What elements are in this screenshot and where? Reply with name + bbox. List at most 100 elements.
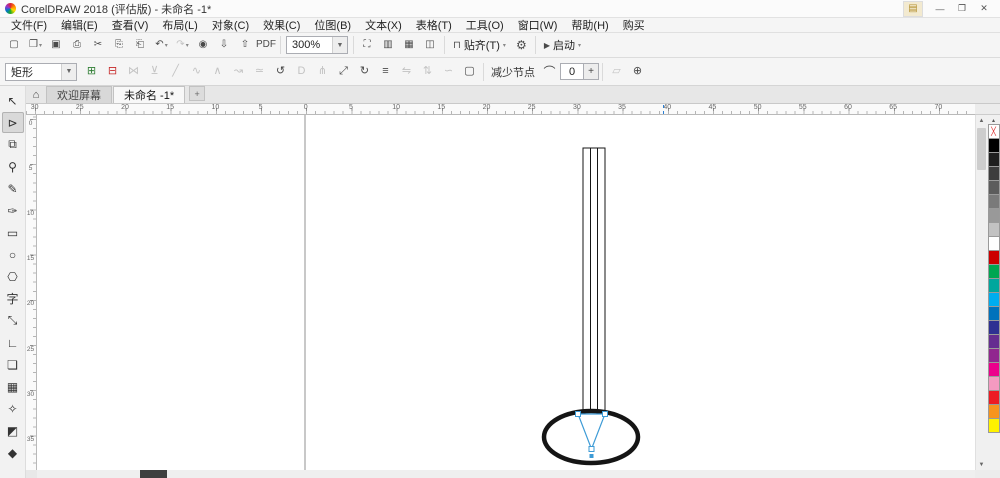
color-swatch[interactable] xyxy=(987,348,1000,363)
drawing-canvas[interactable] xyxy=(37,115,975,470)
align-nodes-button[interactable]: ≡ xyxy=(375,62,396,82)
join-nodes-button[interactable]: ⋈ xyxy=(123,62,144,82)
delete-nodes-button[interactable]: ⊟ xyxy=(102,62,123,82)
save-button[interactable]: ▣ xyxy=(46,35,67,55)
horizontal-ruler[interactable]: 3025201510505101520253035404550556065707… xyxy=(26,104,975,115)
color-swatch[interactable] xyxy=(987,166,1000,181)
interactive-fill-tool[interactable]: ◩ xyxy=(2,420,24,441)
menu-item[interactable]: 查看(V) xyxy=(105,17,156,33)
convert-to-curve-button[interactable]: ∿ xyxy=(186,62,207,82)
reflect-vertical-button[interactable]: ⇅ xyxy=(417,62,438,82)
chevron-down-icon[interactable]: ▼ xyxy=(61,63,76,80)
color-swatch[interactable] xyxy=(987,418,1000,433)
scroll-down-icon[interactable]: ▼ xyxy=(976,459,987,470)
maximize-button[interactable]: ❐ xyxy=(951,1,973,17)
artistic-media-tool[interactable]: ✑ xyxy=(2,200,24,221)
home-icon[interactable]: ⌂ xyxy=(26,86,46,103)
curve-node[interactable] xyxy=(575,411,581,417)
new-document-button[interactable]: ▢ xyxy=(4,35,25,55)
color-swatch[interactable] xyxy=(987,124,1000,139)
curve-node[interactable] xyxy=(588,446,595,452)
undo-button[interactable]: ↶ ▾ xyxy=(151,35,172,55)
horizontal-scroll-thumb[interactable] xyxy=(140,470,167,478)
color-swatch[interactable] xyxy=(987,334,1000,349)
node-properties-button[interactable]: ▱ xyxy=(606,62,627,82)
color-swatch[interactable] xyxy=(987,264,1000,279)
redo-button[interactable]: ↷ ▾ xyxy=(172,35,193,55)
menu-item[interactable]: 效果(C) xyxy=(256,17,307,33)
connector-tool[interactable]: ∟ xyxy=(2,332,24,353)
color-swatch[interactable] xyxy=(987,152,1000,167)
color-swatch[interactable] xyxy=(987,292,1000,307)
menu-item[interactable]: 购买 xyxy=(616,17,652,33)
paste-button[interactable]: ⎗ xyxy=(130,35,151,55)
horizontal-scrollbar[interactable] xyxy=(37,470,975,478)
smart-fill-tool[interactable]: ◆ xyxy=(2,442,24,463)
color-swatch[interactable] xyxy=(987,138,1000,153)
smoothness-increase-button[interactable]: + xyxy=(584,63,599,80)
close-curve-button[interactable]: D xyxy=(291,62,312,82)
extract-subpath-button[interactable]: ⋔ xyxy=(312,62,333,82)
selected-curve-node[interactable] xyxy=(589,454,594,458)
menu-item[interactable]: 工具(O) xyxy=(459,17,511,33)
copy-button[interactable]: ⎘ xyxy=(109,35,130,55)
freehand-tool[interactable]: ✎ xyxy=(2,178,24,199)
ellipse-tool[interactable]: ○ xyxy=(2,244,24,265)
crop-tool[interactable]: ⧉ xyxy=(2,134,24,155)
color-swatch[interactable] xyxy=(987,236,1000,251)
menu-item[interactable]: 文本(X) xyxy=(358,17,409,33)
export-button[interactable]: ⇧ xyxy=(235,35,256,55)
print-button[interactable]: ⎙ xyxy=(67,35,88,55)
reflect-horizontal-button[interactable]: ⇋ xyxy=(396,62,417,82)
color-swatch[interactable] xyxy=(987,306,1000,321)
color-swatch[interactable] xyxy=(987,278,1000,293)
color-swatch[interactable] xyxy=(987,320,1000,335)
menu-item[interactable]: 对象(C) xyxy=(205,17,256,33)
menu-item[interactable]: 帮助(H) xyxy=(564,17,615,33)
color-swatch[interactable] xyxy=(987,222,1000,237)
text-tool[interactable]: 字 xyxy=(2,288,24,309)
color-swatch[interactable] xyxy=(987,376,1000,391)
drop-shadow-tool[interactable]: ❏ xyxy=(2,354,24,375)
menu-item[interactable]: 编辑(E) xyxy=(54,17,105,33)
curve-node[interactable] xyxy=(602,411,608,417)
close-button[interactable]: ✕ xyxy=(973,1,995,17)
pencil-body-shape[interactable] xyxy=(582,147,606,412)
show-grid-button[interactable]: ▦ xyxy=(399,35,420,55)
color-swatch[interactable] xyxy=(987,194,1000,209)
pdf-button[interactable]: PDF xyxy=(256,35,277,55)
snap-to-button[interactable]: ⊓ 贴齐(T) ▾ xyxy=(448,35,511,55)
show-rulers-button[interactable]: ▥ xyxy=(378,35,399,55)
application-launcher-button[interactable]: ▶ 启动 ▾ xyxy=(539,35,586,55)
convert-to-line-button[interactable]: ╱ xyxy=(165,62,186,82)
shape-tool[interactable]: ⊳ xyxy=(1,112,24,133)
select-all-nodes-button[interactable]: ▢ xyxy=(459,62,480,82)
options-button[interactable]: ⚙ xyxy=(511,35,532,55)
rectangle-tool[interactable]: ▭ xyxy=(2,222,24,243)
zoom-tool[interactable]: ⚲ xyxy=(2,156,24,177)
curve-smoothness-input[interactable]: 0 xyxy=(560,63,584,80)
color-swatch[interactable] xyxy=(987,390,1000,405)
rotate-skew-nodes-button[interactable]: ↻ xyxy=(354,62,375,82)
zoom-level-combobox[interactable]: 300% ▼ xyxy=(286,36,348,54)
document-tab[interactable]: 未命名 -1* xyxy=(113,86,186,103)
search-content-button[interactable]: ◉ xyxy=(193,35,214,55)
break-nodes-button[interactable]: ⊻ xyxy=(144,62,165,82)
color-swatch[interactable] xyxy=(987,208,1000,223)
menu-item[interactable]: 布局(L) xyxy=(155,17,204,33)
color-swatch[interactable] xyxy=(987,180,1000,195)
document-tab[interactable]: 欢迎屏幕 xyxy=(46,86,112,103)
add-preset-button[interactable]: ⊕ xyxy=(627,62,648,82)
transparency-tool[interactable]: ▦ xyxy=(2,376,24,397)
scroll-up-icon[interactable]: ▲ xyxy=(976,115,987,126)
parallel-dimension-tool[interactable]: ⤡ xyxy=(2,310,24,331)
cut-button[interactable]: ✂ xyxy=(88,35,109,55)
open-button[interactable]: ❐ ▾ xyxy=(25,35,46,55)
color-eyedropper-tool[interactable]: ✧ xyxy=(2,398,24,419)
vertical-scrollbar[interactable]: ▲ ▼ xyxy=(975,115,987,470)
add-nodes-button[interactable]: ⊞ xyxy=(81,62,102,82)
import-button[interactable]: ⇩ xyxy=(214,35,235,55)
new-document-tab-button[interactable]: + xyxy=(189,86,206,101)
chevron-down-icon[interactable]: ▼ xyxy=(332,37,347,53)
cusp-node-button[interactable]: ∧ xyxy=(207,62,228,82)
